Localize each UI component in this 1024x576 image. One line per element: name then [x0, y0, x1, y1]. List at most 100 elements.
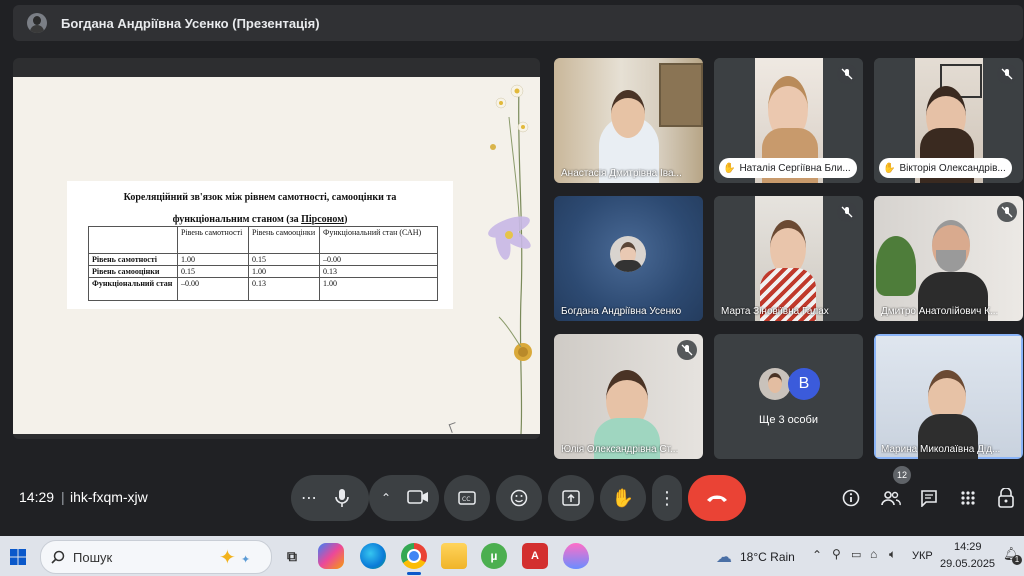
copilot-app-icon[interactable]	[318, 543, 344, 569]
microphone-icon[interactable]	[335, 488, 349, 513]
participant-name: Юлія Олександрівна Ст...	[561, 444, 679, 455]
apps-grid-icon	[961, 491, 975, 505]
table-cell: 0.13	[248, 277, 320, 301]
video-feed	[554, 58, 703, 183]
more-audio-options-icon[interactable]: ⋯	[301, 488, 317, 508]
network-icon[interactable]: ⌂	[870, 547, 877, 561]
mic-control-group[interactable]: ⋯	[291, 475, 369, 521]
camera-control-group[interactable]: ⌃	[369, 475, 439, 521]
camera-icon[interactable]	[407, 489, 429, 510]
taskbar-clock-date[interactable]: 29.05.2025	[940, 558, 995, 570]
taskbar-search[interactable]: Пошук ✦ ✦	[40, 540, 272, 574]
participant-tile[interactable]: Богдана Андріївна Усенко	[554, 196, 703, 321]
activities-button[interactable]	[957, 487, 979, 509]
raised-hand-icon: ✋	[883, 162, 896, 174]
meeting-code[interactable]: ihk-fxqm-xjw	[70, 489, 148, 505]
host-controls-button[interactable]	[995, 487, 1017, 509]
table-cell: 0.15	[177, 265, 249, 278]
table-row: Рівень самооцінки 0.15 1.00 0.13	[88, 265, 438, 278]
chevron-up-icon[interactable]: ⌃	[381, 491, 391, 505]
captions-button[interactable]: CC	[444, 475, 490, 521]
participant-name: Марта Зіновіївна Галах	[721, 306, 829, 317]
weather-text[interactable]: 18°C Rain	[740, 550, 795, 564]
utorrent-icon[interactable]: µ	[481, 543, 507, 569]
cursor-icon	[448, 422, 459, 433]
participant-tile[interactable]: Дмитро Анатолійович К...	[874, 196, 1023, 321]
slide-title: Кореляційний зв'язок між рівнем самотнос…	[67, 187, 453, 231]
table-cell: –0.00	[177, 277, 249, 301]
more-participants-label: Ще 3 особи	[759, 414, 818, 426]
chat-button[interactable]	[918, 487, 940, 509]
participant-tile[interactable]: ✋ Наталія Сергіївна Бли...	[714, 58, 863, 183]
svg-text:CC: CC	[462, 496, 470, 503]
taskbar-clock-time[interactable]: 14:29	[954, 541, 982, 553]
video-feed	[876, 336, 1021, 459]
table-row-header: Рівень самооцінки	[88, 265, 178, 278]
captions-icon: CC	[458, 491, 476, 505]
windows-taskbar: Пошук ✦ ✦ ⧉ µ A ☁ 18°C Rain ⌃ ⚲ ▭ ⌂ 🔈︎ У…	[0, 536, 1024, 576]
avatar-body	[614, 260, 642, 272]
more-participants-tile[interactable]: B Ще 3 особи	[714, 334, 863, 459]
chat-icon	[921, 490, 937, 507]
presentation-area[interactable]: Кореляційний зв'язок між рівнем самотнос…	[13, 58, 540, 439]
reactions-button[interactable]	[496, 475, 542, 521]
people-button[interactable]	[880, 487, 902, 509]
slide: Кореляційний зв'язок між рівнем самотнос…	[13, 77, 540, 434]
presenter-avatar	[27, 13, 47, 33]
task-view-icon[interactable]: ⧉	[279, 543, 305, 569]
raise-hand-button[interactable]: ✋	[600, 475, 646, 521]
chrome-center	[407, 549, 421, 563]
usb-icon[interactable]: ⚲	[832, 547, 841, 561]
more-options-button[interactable]: ⋮	[652, 475, 682, 521]
table-cell: 0.15	[248, 253, 320, 266]
search-icon	[51, 550, 65, 564]
present-screen-button[interactable]	[548, 475, 594, 521]
correlation-table: Рівень самотності Рівень самооцінки Функ…	[88, 226, 438, 301]
paint-app-icon[interactable]	[563, 543, 589, 569]
weather-icon[interactable]: ☁	[716, 547, 732, 567]
participant-name: Марина Миколаївна Дід...	[881, 444, 1001, 455]
beard	[936, 250, 966, 272]
participant-tile[interactable]: Марта Зіновіївна Галах	[714, 196, 863, 321]
participant-name: Анастасія Дмитрівна Іва...	[561, 168, 682, 179]
table-cell: –0.00	[319, 253, 438, 266]
input-language[interactable]: УКР	[912, 550, 933, 562]
notification-count: 1	[1012, 555, 1022, 565]
file-explorer-icon[interactable]	[441, 543, 467, 569]
acrobat-reader-icon[interactable]: A	[522, 543, 548, 569]
table-row: Функціональний стан –0.00 0.13 1.00	[88, 277, 438, 301]
participant-tile[interactable]: Анастасія Дмитрівна Іва...	[554, 58, 703, 183]
hand-icon: ✋	[611, 487, 635, 508]
participant-tile[interactable]: Юлія Олександрівна Ст...	[554, 334, 703, 459]
participant-tile[interactable]: ✋ Вікторія Олександрів...	[874, 58, 1023, 183]
chrome-browser-icon[interactable]	[401, 543, 427, 569]
volume-icon[interactable]: 🔈︎	[889, 547, 896, 562]
table-row-header: Функціональний стан	[88, 277, 178, 301]
sparkle-small-icon: ✦	[241, 554, 251, 566]
emoji-icon	[510, 489, 528, 507]
flower-decoration	[488, 84, 532, 434]
table-header: Функціональний стан (САН)	[319, 226, 438, 254]
meeting-time: 14:29	[19, 489, 55, 505]
person-head	[611, 90, 645, 138]
present-icon	[562, 490, 580, 506]
participant-name-pill: ✋ Наталія Сергіївна Бли...	[719, 158, 857, 178]
copilot-sparkle-icon: ✦	[219, 547, 236, 569]
meeting-info-button[interactable]	[840, 487, 862, 509]
table-cell: 1.00	[319, 277, 438, 301]
windows-start-icon[interactable]	[10, 549, 26, 565]
avatar-face	[768, 373, 782, 393]
table-cell: 0.13	[319, 265, 438, 278]
mic-off-icon	[997, 64, 1017, 84]
participant-name: Богдана Андріївна Усенко	[561, 306, 682, 317]
table-row: Рівень самотності 1.00 0.15 –0.00	[88, 253, 438, 266]
leave-call-button[interactable]	[688, 475, 746, 521]
battery-icon[interactable]: ▭	[851, 548, 861, 561]
table-cell	[88, 226, 178, 254]
separator: |	[61, 489, 65, 505]
avatar	[759, 368, 791, 400]
table-cell: 1.00	[177, 253, 249, 266]
participant-tile[interactable]: Марина Миколаївна Дід...	[874, 334, 1023, 459]
edge-browser-icon[interactable]	[360, 543, 386, 569]
chevron-up-icon[interactable]: ⌃	[812, 548, 822, 562]
